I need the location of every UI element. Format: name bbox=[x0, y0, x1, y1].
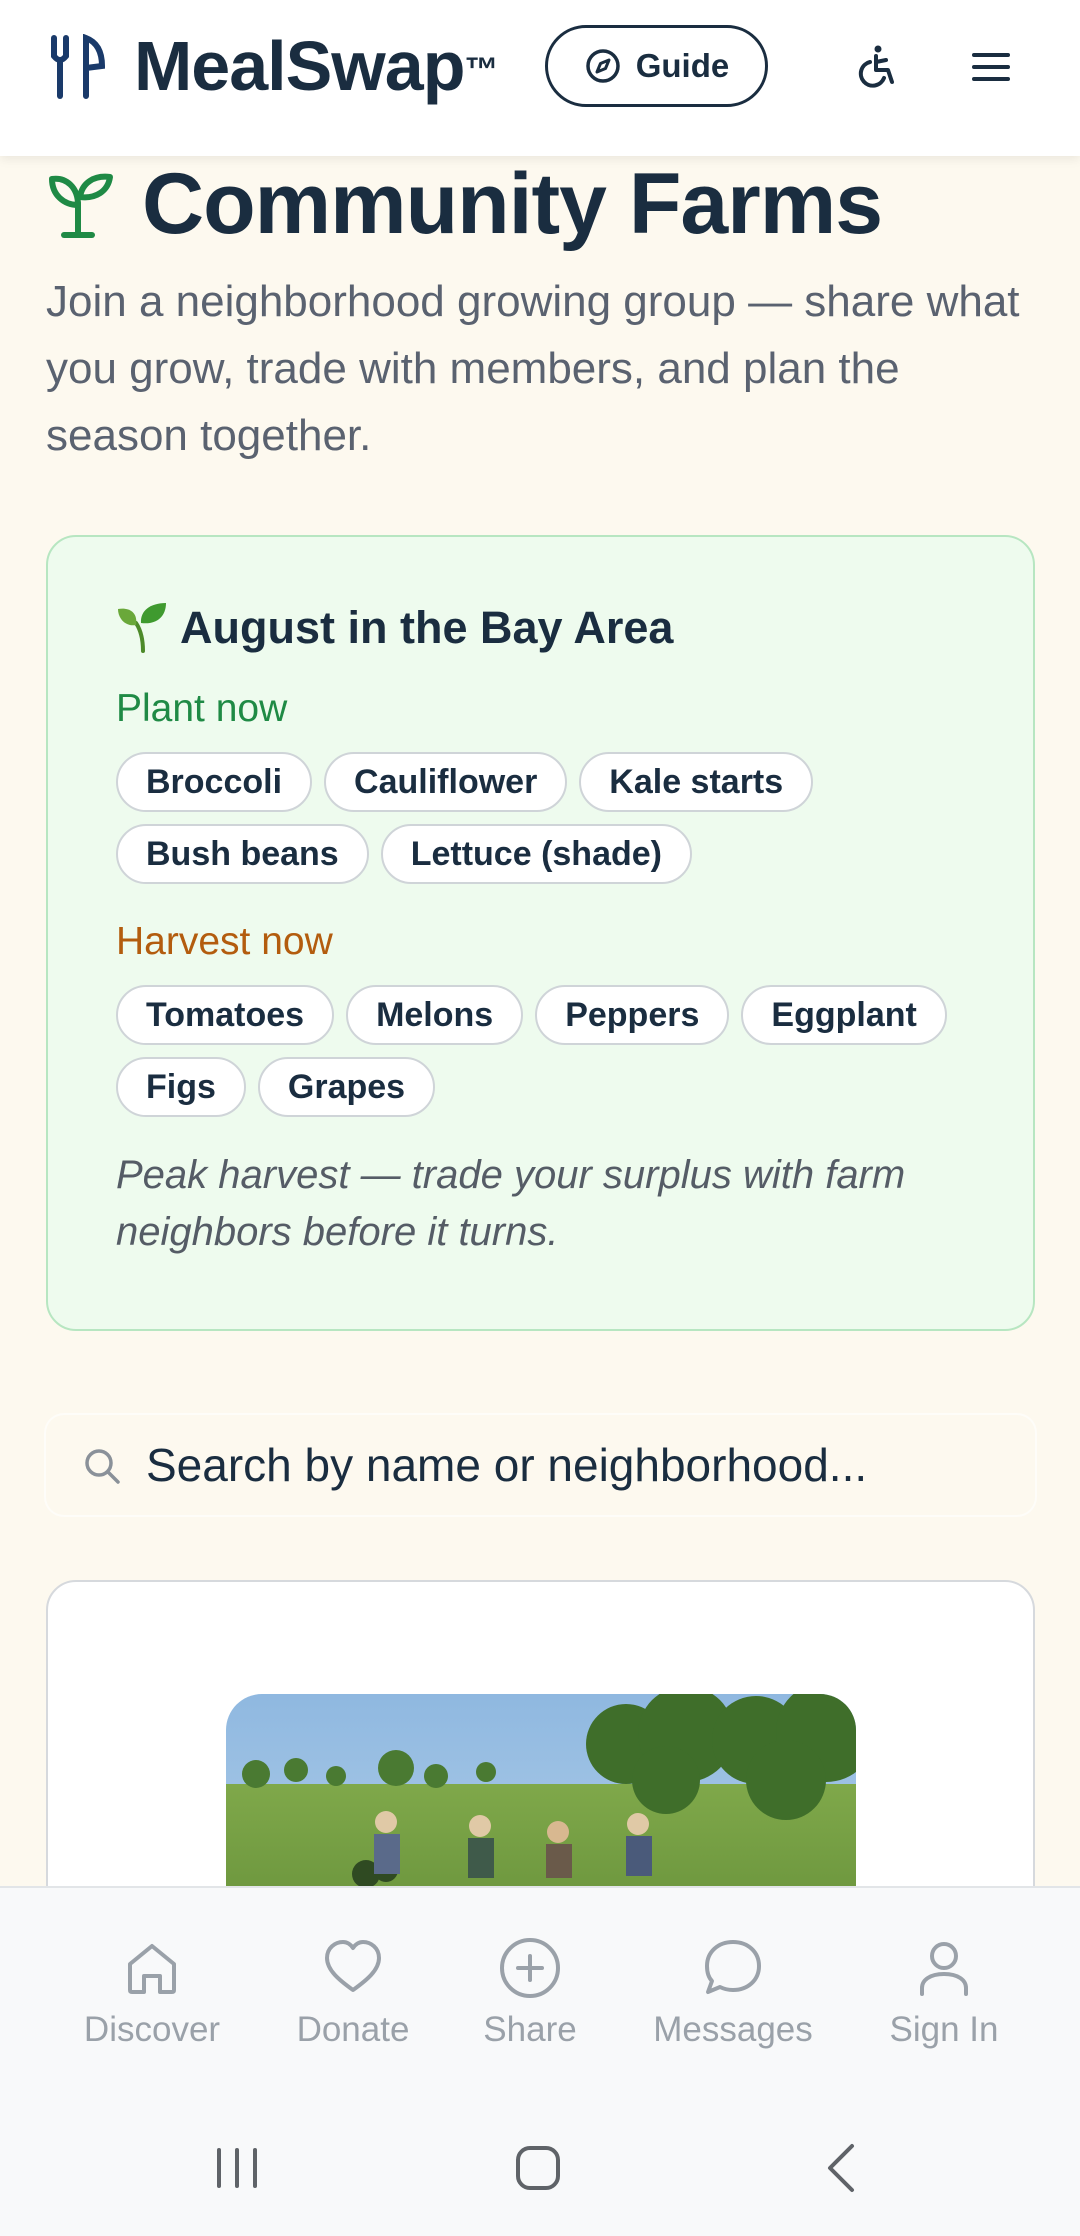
chat-bubble-icon bbox=[705, 1940, 761, 1994]
plus-circle-icon bbox=[500, 1938, 560, 1998]
page-heading: Community Farms bbox=[46, 156, 883, 252]
sprout-icon bbox=[49, 173, 113, 238]
seasonal-guide-card: August in the Bay Area Plant now Broccol… bbox=[46, 535, 1035, 1331]
harvest-now-label: Harvest now bbox=[116, 920, 333, 963]
nav-label: Discover bbox=[83, 2010, 221, 2049]
recent-apps-icon[interactable] bbox=[207, 2138, 267, 2198]
search-bar bbox=[46, 1415, 1035, 1515]
nav-sign-in[interactable]: Sign In bbox=[874, 1888, 1014, 2098]
nav-donate[interactable]: Donate bbox=[283, 1888, 423, 2098]
seedling-icon bbox=[118, 603, 166, 653]
season-note: Peak harvest — trade your surplus with f… bbox=[116, 1153, 906, 1254]
plant-chip[interactable]: Bush beans bbox=[116, 824, 369, 884]
harvest-chip[interactable]: Grapes bbox=[257, 1057, 436, 1117]
season-title: August in the Bay Area bbox=[180, 602, 674, 653]
nav-label: Share bbox=[483, 2010, 577, 2049]
home-icon bbox=[128, 1944, 176, 1994]
plant-now-label: Plant now bbox=[116, 687, 288, 730]
compass-icon bbox=[585, 49, 620, 83]
harvest-chip[interactable]: Melons bbox=[346, 985, 524, 1045]
plant-chip[interactable]: Broccoli bbox=[116, 752, 313, 812]
harvest-now-chips: Tomatoes Melons Peppers Eggplant Figs Gr… bbox=[116, 985, 976, 1117]
nav-label: Donate bbox=[296, 2010, 410, 2049]
season-heading: August in the Bay Area bbox=[116, 601, 673, 655]
nav-messages[interactable]: Messages bbox=[643, 1888, 823, 2098]
page-subtitle: Join a neighborhood growing group — shar… bbox=[46, 277, 1020, 460]
search-input[interactable] bbox=[146, 1415, 1006, 1515]
fork-knife-icon bbox=[51, 34, 106, 99]
harvest-chip[interactable]: Figs bbox=[116, 1057, 246, 1117]
accessibility-icon[interactable] bbox=[852, 42, 902, 92]
home-button-icon[interactable] bbox=[508, 2138, 568, 2198]
system-navigation-bar bbox=[0, 2096, 1080, 2236]
plant-chip[interactable]: Kale starts bbox=[579, 752, 814, 812]
nav-label: Sign In bbox=[889, 2010, 999, 2049]
nav-share[interactable]: Share bbox=[470, 1888, 590, 2098]
back-icon[interactable] bbox=[812, 2138, 872, 2198]
hamburger-menu-icon[interactable] bbox=[968, 44, 1014, 90]
nav-discover[interactable]: Discover bbox=[72, 1888, 232, 2098]
guide-button[interactable]: Guide bbox=[545, 25, 768, 107]
app-header: MealSwap™ Guide bbox=[0, 0, 1080, 156]
harvest-chip[interactable]: Tomatoes bbox=[116, 985, 335, 1045]
user-icon bbox=[920, 1942, 968, 1996]
plant-chip[interactable]: Cauliflower bbox=[324, 752, 568, 812]
guide-label: Guide bbox=[635, 47, 730, 84]
plant-chip[interactable]: Lettuce (shade) bbox=[380, 824, 692, 884]
nav-label: Messages bbox=[653, 2010, 813, 2049]
bottom-navigation: Discover Donate Share Messages Sign In bbox=[0, 1886, 1080, 2096]
harvest-chip[interactable]: Peppers bbox=[535, 985, 730, 1045]
trademark-mark: ™ bbox=[464, 51, 498, 89]
brand-name[interactable]: MealSwap™ bbox=[134, 26, 498, 106]
page-title: Community Farms bbox=[142, 155, 883, 252]
heart-icon bbox=[325, 1940, 381, 1992]
plant-now-chips: Broccoli Cauliflower Kale starts Bush be… bbox=[116, 752, 976, 884]
search-icon bbox=[85, 1449, 120, 1484]
harvest-chip[interactable]: Eggplant bbox=[741, 985, 947, 1045]
brand-text: MealSwap bbox=[134, 27, 465, 105]
